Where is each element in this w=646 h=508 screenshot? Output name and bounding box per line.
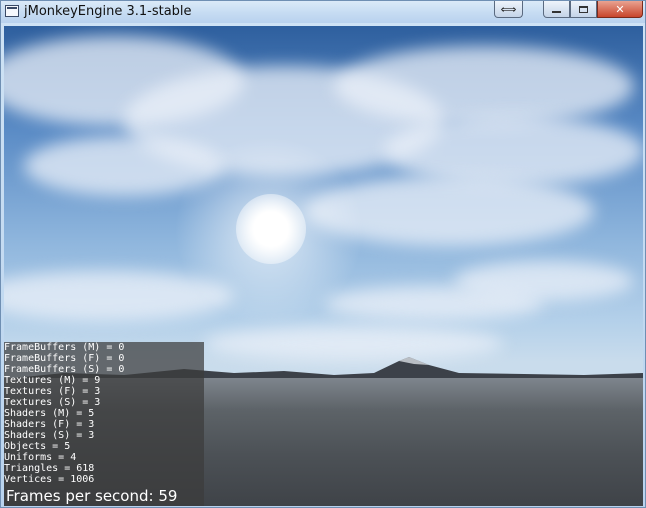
stat-line: Triangles = 618	[4, 463, 95, 474]
window-title: jMonkeyEngine 3.1-stable	[24, 4, 192, 19]
stat-line: Vertices = 1006	[4, 474, 95, 485]
stat-line: FrameBuffers (M) = 0	[4, 342, 125, 353]
cloud	[384, 116, 643, 186]
title-bar[interactable]: jMonkeyEngine 3.1-stable ⟺ ✕	[1, 1, 645, 23]
stat-line: Textures (S) = 3	[4, 397, 101, 408]
stat-line: Shaders (S) = 3	[4, 430, 95, 441]
close-icon: ✕	[615, 2, 625, 16]
maximize-icon	[579, 5, 588, 13]
stat-line: Objects = 5	[4, 441, 71, 452]
cloud	[334, 46, 634, 126]
maximize-button[interactable]	[570, 1, 597, 18]
resize-arrows-icon: ⟺	[500, 2, 517, 16]
close-button[interactable]: ✕	[597, 1, 643, 18]
stat-line: Textures (F) = 3	[4, 386, 101, 397]
3d-viewport[interactable]: FrameBuffers (M) = 0 FrameBuffers (F) = 0…	[4, 26, 643, 506]
stat-line: FrameBuffers (F) = 0	[4, 353, 125, 364]
minimize-icon	[552, 10, 561, 13]
stat-line: FrameBuffers (S) = 0	[4, 364, 125, 375]
application-window: jMonkeyEngine 3.1-stable ⟺ ✕ FrameBuffer…	[0, 0, 646, 508]
minimize-button[interactable]	[543, 1, 570, 18]
resize-button[interactable]: ⟺	[494, 1, 523, 18]
sun	[236, 194, 306, 264]
stat-line: Uniforms = 4	[4, 452, 77, 463]
fps-counter: Frames per second: 59	[6, 487, 178, 505]
cloud	[454, 261, 634, 301]
window-app-icon[interactable]	[5, 5, 19, 17]
stat-line: Shaders (M) = 5	[4, 408, 95, 419]
stat-line: Textures (M) = 9	[4, 375, 101, 386]
stat-line: Shaders (F) = 3	[4, 419, 95, 430]
